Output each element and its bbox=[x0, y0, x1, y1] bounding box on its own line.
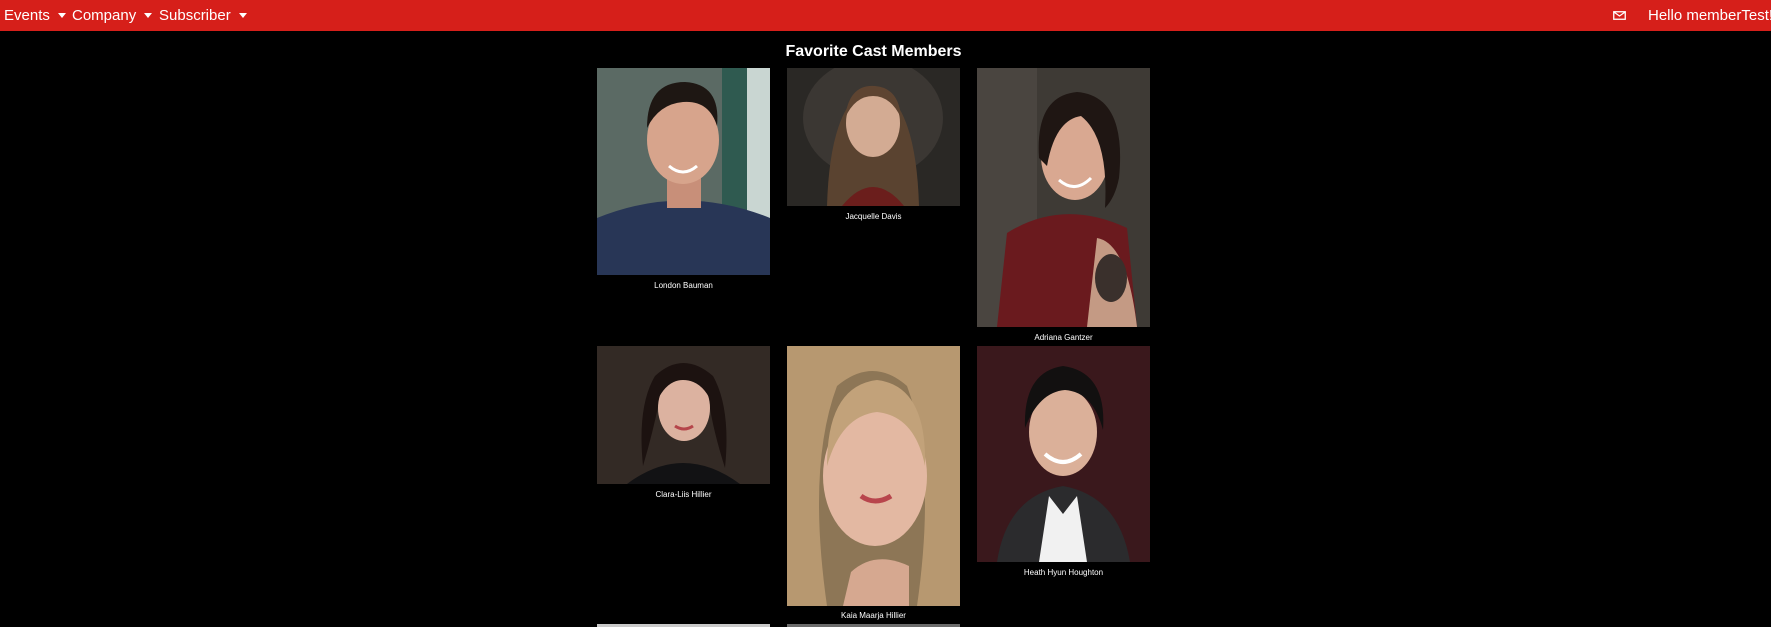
cast-photo[interactable] bbox=[977, 68, 1150, 327]
chevron-down-icon bbox=[144, 13, 153, 18]
envelope-icon[interactable] bbox=[1613, 11, 1626, 20]
nav-subscriber-label: Subscriber bbox=[159, 7, 231, 24]
cast-photo[interactable] bbox=[787, 346, 960, 606]
user-greeting: Hello memberTest! bbox=[1648, 7, 1771, 24]
cast-photo[interactable] bbox=[597, 346, 770, 484]
top-navbar: Events Company Subscriber Hello memberTe… bbox=[0, 0, 1771, 31]
cast-photo[interactable] bbox=[787, 68, 960, 206]
nav-subscriber-dropdown[interactable]: Subscriber bbox=[159, 0, 247, 31]
cast-photo[interactable] bbox=[597, 68, 770, 275]
cast-name: Kaia Maarja Hillier bbox=[841, 611, 906, 620]
cast-name: London Bauman bbox=[654, 281, 713, 290]
cast-name: Adriana Gantzer bbox=[1034, 333, 1093, 342]
cast-name: Clara-Liis Hillier bbox=[655, 490, 712, 499]
nav-events-label: Events bbox=[4, 7, 50, 24]
nav-company-label: Company bbox=[72, 7, 137, 24]
cast-photo[interactable] bbox=[977, 346, 1150, 562]
chevron-down-icon bbox=[238, 13, 247, 18]
page-title: Favorite Cast Members bbox=[785, 43, 962, 60]
nav-events-dropdown[interactable]: Events bbox=[4, 0, 66, 31]
cast-name: Jacquelle Davis bbox=[845, 212, 902, 221]
user-greeting-link[interactable]: Hello memberTest! bbox=[1648, 0, 1771, 31]
chevron-down-icon bbox=[57, 13, 66, 18]
nav-company-dropdown[interactable]: Company bbox=[72, 0, 153, 31]
cast-name: Heath Hyun Houghton bbox=[1023, 568, 1104, 577]
